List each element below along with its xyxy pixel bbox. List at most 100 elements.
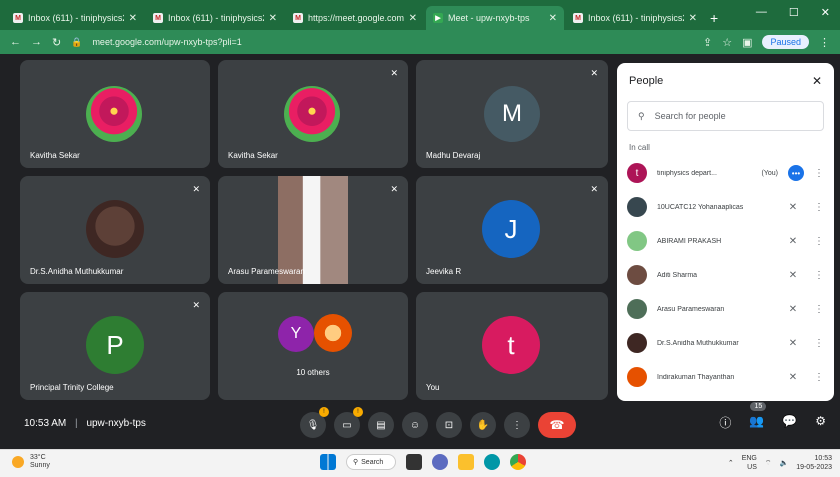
participant-avatar	[86, 200, 144, 258]
browser-tab[interactable]: Mhttps://meet.google.com/u...✕	[286, 6, 424, 30]
close-tab-icon[interactable]: ✕	[129, 13, 137, 24]
sidebar-icon[interactable]: ▣	[742, 36, 752, 49]
taskbar-search[interactable]: ⚲ Search	[346, 454, 396, 470]
volume-icon[interactable]: 🔈	[779, 459, 788, 467]
reload-icon[interactable]: ↻	[52, 36, 61, 49]
captions-button[interactable]: ▤	[368, 412, 394, 438]
captions-icon: ▤	[376, 419, 386, 431]
back-icon[interactable]: ←	[10, 36, 21, 48]
more-options-icon[interactable]: ⋮	[814, 236, 824, 247]
menu-kebab-icon[interactable]: ⋮	[819, 36, 830, 49]
people-list-item[interactable]: 10UCATC12 Yohanaaplicas ✕ ⋮	[617, 190, 834, 224]
file-explorer-icon[interactable]	[458, 454, 474, 470]
close-tab-icon[interactable]: ✕	[549, 13, 557, 24]
present-icon: ⊡	[444, 419, 454, 431]
mic-off-icon: ✕	[788, 235, 798, 247]
wifi-icon[interactable]: ⌔	[765, 459, 772, 468]
clock[interactable]: 10:53 19-05-2023	[796, 454, 832, 472]
chrome-icon[interactable]	[510, 454, 526, 470]
share-icon[interactable]: ⇪	[703, 36, 712, 49]
participant-count-badge: 15	[750, 402, 767, 411]
more-options-icon[interactable]: ⋮	[814, 270, 824, 281]
people-list-item[interactable]: t tiniphysics depart... (You) ••• ⋮	[617, 156, 834, 190]
weather-widget[interactable]: 33°C Sunny	[12, 454, 50, 470]
bookmark-star-icon[interactable]: ☆	[722, 36, 732, 49]
participant-name: Kavitha Sekar	[30, 151, 80, 160]
forward-icon[interactable]: →	[31, 36, 42, 48]
profile-paused-button[interactable]: Paused	[762, 35, 809, 49]
people-icon[interactable]: 👥 15	[749, 402, 767, 431]
mic-off-icon: ✕	[390, 68, 398, 78]
mic-off-icon: ✕	[590, 68, 598, 78]
task-view-icon[interactable]	[406, 454, 422, 470]
people-list-item[interactable]: ABIRAMI PRAKASH ✕ ⋮	[617, 224, 834, 258]
gmail-icon: M	[153, 13, 163, 23]
participant-name: Arasu Parameswaran	[228, 267, 305, 276]
activities-icon[interactable]: ⚙	[815, 414, 826, 431]
system-tray: ⌃ ENG US ⌔ 🔈 10:53 19-05-2023	[728, 454, 832, 472]
close-tab-icon[interactable]: ✕	[689, 13, 697, 24]
participant-tile[interactable]: Kavitha Sekar	[20, 60, 210, 168]
emoji-button[interactable]: ☺	[402, 412, 428, 438]
windows-start-icon[interactable]	[320, 454, 336, 470]
person-avatar	[627, 231, 647, 251]
participant-tile-self[interactable]: t You	[416, 292, 608, 400]
more-options-icon[interactable]: ⋮	[814, 168, 824, 179]
close-icon[interactable]: ✕	[812, 74, 822, 88]
participant-avatar	[86, 86, 142, 142]
browser-tab[interactable]: MInbox (611) - tiniphysics22...✕	[146, 6, 284, 30]
minimize-icon[interactable]: —	[756, 6, 767, 19]
edge-icon[interactable]	[484, 454, 500, 470]
participant-tile[interactable]: ✕ Arasu Parameswaran	[218, 176, 408, 284]
search-icon: ⚲	[638, 110, 645, 121]
chat-icon[interactable]: 💬	[782, 414, 797, 431]
raise-hand-button[interactable]: ✋	[470, 412, 496, 438]
people-list-item[interactable]: Indirakumari Thayanthan ✕ ⋮	[617, 360, 834, 394]
participant-tile[interactable]: ✕ Dr.S.Anidha Muthukkumar	[20, 176, 210, 284]
participant-tile[interactable]: M ✕ Madhu Devaraj	[416, 60, 608, 168]
participant-tile-others[interactable]: Y 10 others	[218, 292, 408, 400]
os-taskbar: 33°C Sunny ⚲ Search ⌃ ENG US ⌔ 🔈 10:53 19-05…	[0, 449, 840, 477]
new-tab-button[interactable]: +	[710, 10, 718, 26]
person-avatar	[627, 333, 647, 353]
close-tab-icon[interactable]: ✕	[409, 13, 417, 24]
participant-tile[interactable]: P ✕ Principal Trinity College	[20, 292, 210, 400]
participant-name: Principal Trinity College	[30, 383, 114, 392]
language[interactable]: ENG	[742, 454, 757, 463]
meeting-time: 10:53 AM	[24, 418, 67, 429]
gmail-icon: M	[13, 13, 23, 23]
more-options-icon[interactable]: ⋮	[814, 372, 824, 383]
close-window-icon[interactable]: ✕	[821, 6, 830, 19]
browser-tab[interactable]: MInbox (611) - tiniphysics22...✕	[566, 6, 704, 30]
mic-toggle-button[interactable]: 🎙!	[300, 407, 329, 438]
more-options-icon[interactable]: ⋮	[814, 202, 824, 213]
more-options-button[interactable]: ⋮	[504, 412, 530, 438]
present-button[interactable]: ⊡	[436, 412, 462, 438]
mic-icon: 🎙	[306, 419, 320, 431]
temperature: 33°C	[30, 454, 46, 461]
person-name: Arasu Parameswaran	[657, 305, 725, 313]
maximize-icon[interactable]: ☐	[789, 6, 799, 19]
person-name: 10UCATC12 Yohanaaplicas	[657, 203, 744, 211]
in-call-section-label: In call	[629, 143, 650, 152]
people-list-item[interactable]: Dr.S.Anidha Muthukkumar ✕ ⋮	[617, 326, 834, 360]
info-icon[interactable]: ⓘ	[719, 414, 731, 431]
chevron-up-icon[interactable]: ⌃	[728, 459, 734, 467]
close-tab-icon[interactable]: ✕	[269, 13, 277, 24]
more-options-icon[interactable]: ⋮	[814, 304, 824, 315]
participant-name: Madhu Devaraj	[426, 151, 481, 160]
camera-toggle-button[interactable]: ▭!	[334, 407, 363, 438]
region: US	[747, 464, 757, 471]
chat-app-icon[interactable]	[432, 454, 448, 470]
leave-call-button[interactable]: ☎	[538, 412, 576, 438]
address-bar: ← → ↻ 🔒 meet.google.com/upw-nxyb-tps?pli…	[0, 30, 840, 54]
participant-tile[interactable]: ✕ Kavitha Sekar	[218, 60, 408, 168]
browser-tab[interactable]: MInbox (611) - tiniphysics22...✕	[6, 6, 144, 30]
browser-tab-active[interactable]: ▶ Meet - upw-nxyb-tps ✕	[426, 6, 564, 30]
more-options-icon[interactable]: ⋮	[814, 338, 824, 349]
people-list-item[interactable]: Aditi Sharma ✕ ⋮	[617, 258, 834, 292]
url-field[interactable]: meet.google.com/upw-nxyb-tps?pli=1	[92, 37, 693, 47]
people-search-input[interactable]: ⚲ Search for people	[627, 101, 824, 131]
people-list-item[interactable]: Arasu Parameswaran ✕ ⋮	[617, 292, 834, 326]
participant-tile[interactable]: J ✕ Jeevika R	[416, 176, 608, 284]
